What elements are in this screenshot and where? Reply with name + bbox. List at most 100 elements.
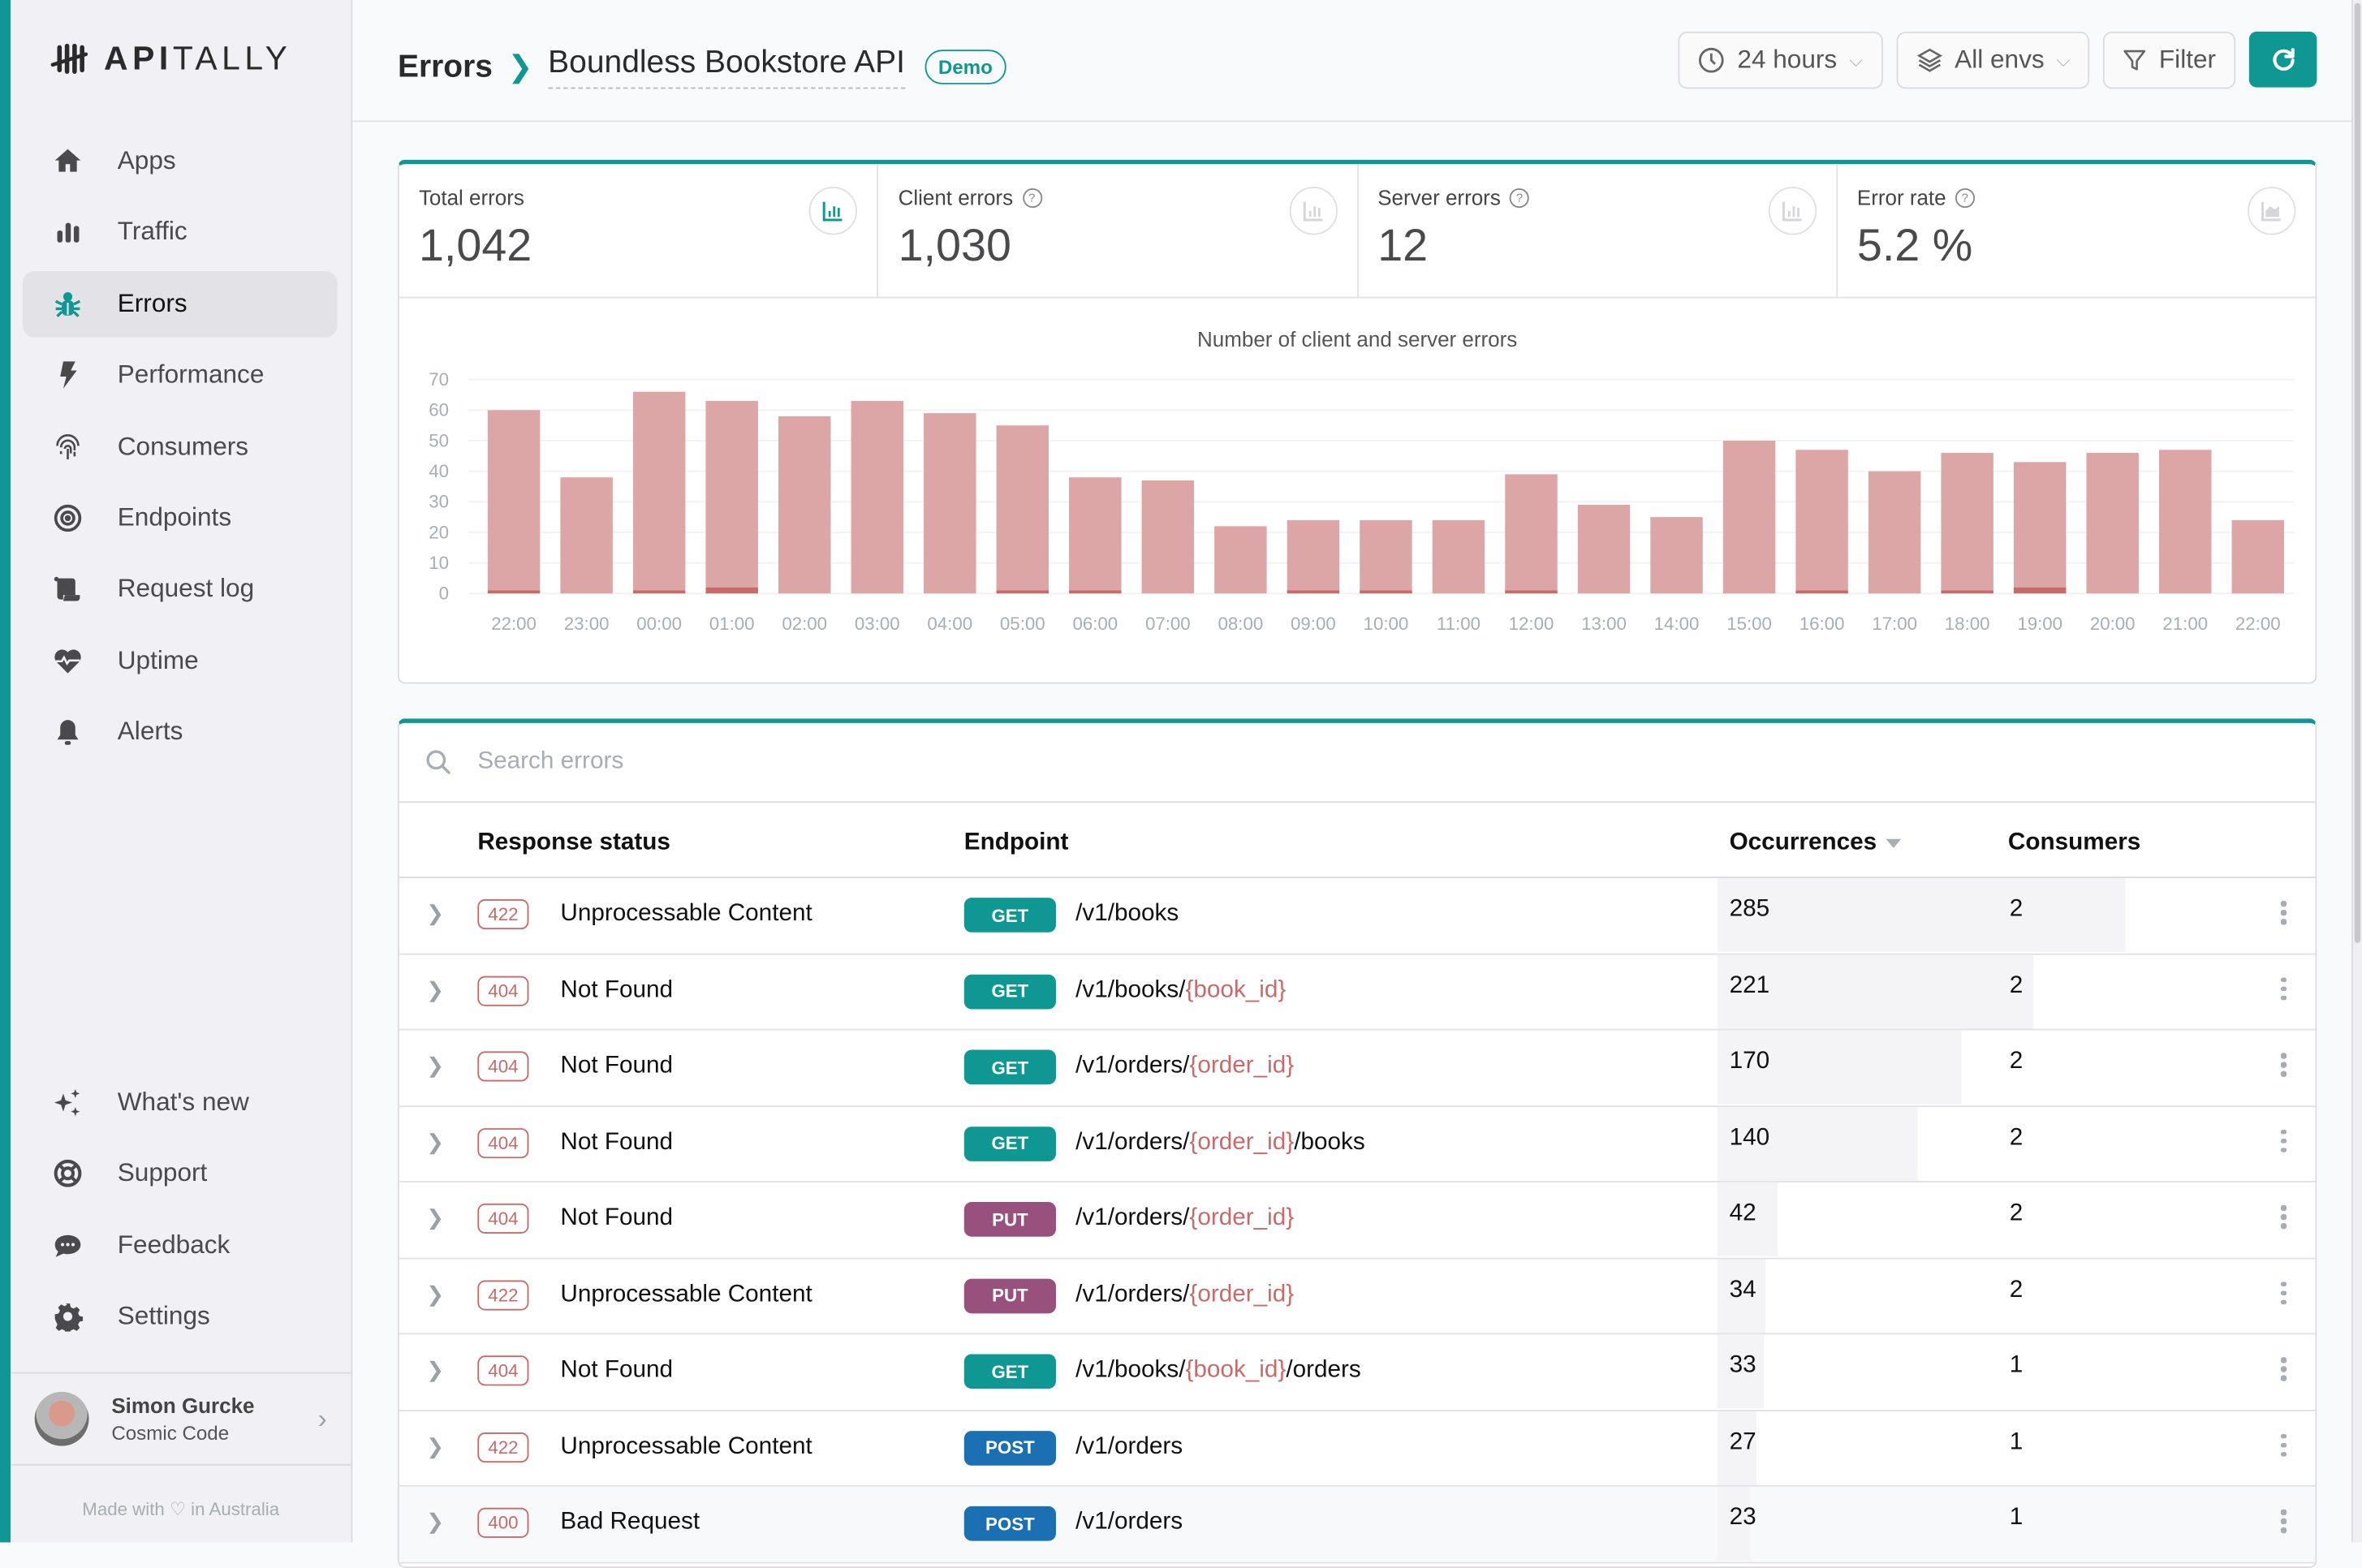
table-row[interactable]: ❯ 422 Unprocessable Content POST /v1/ord…: [399, 1411, 2316, 1487]
period-dropdown[interactable]: 24 hours ⌵: [1679, 31, 1883, 89]
stat-value: 5.2 %: [1856, 221, 1973, 272]
help-icon[interactable]: ?: [1955, 187, 1975, 208]
bar-group[interactable]: [2159, 450, 2212, 594]
status-code-badge: 404: [477, 1203, 529, 1234]
more-options-icon[interactable]: [2274, 1128, 2295, 1152]
avatar: [34, 1391, 89, 1446]
bar-group[interactable]: [2231, 519, 2285, 594]
table-row[interactable]: ❯ 400 Bad Request POST /v1/orders 23 1: [399, 1486, 2316, 1563]
bar-group[interactable]: [2086, 453, 2139, 594]
app-selector[interactable]: Boundless Bookstore API: [548, 45, 905, 89]
method-badge: GET: [963, 1354, 1056, 1389]
bar-group[interactable]: [1287, 519, 1340, 594]
sidebar-item-performance[interactable]: Performance: [23, 342, 338, 409]
more-options-icon[interactable]: [2274, 1281, 2295, 1305]
more-options-icon[interactable]: [2274, 1204, 2295, 1229]
help-icon[interactable]: ?: [1022, 187, 1042, 208]
bar-group[interactable]: [1650, 517, 1703, 594]
bar-group[interactable]: [632, 391, 686, 594]
bar-group[interactable]: [1432, 519, 1485, 594]
breadcrumb-root[interactable]: Errors: [398, 49, 493, 85]
more-options-icon[interactable]: [2274, 976, 2295, 1001]
sidebar-item-what-s-new[interactable]: What's new: [23, 1070, 338, 1136]
table-row[interactable]: ❯ 404 Not Found GET /v1/orders/{order_id…: [399, 1030, 2316, 1107]
logo[interactable]: APITALLY: [50, 39, 291, 78]
chevron-right-icon[interactable]: ❯: [426, 1357, 444, 1383]
occurrences-value: 33: [1729, 1352, 1756, 1379]
bar-group[interactable]: [1941, 453, 1993, 594]
bar-server-errors: [1795, 590, 1848, 594]
sidebar-item-support[interactable]: Support: [23, 1141, 338, 1208]
bar-server-errors: [632, 590, 686, 594]
chevron-right-icon[interactable]: ❯: [426, 1281, 444, 1307]
sidebar-item-consumers[interactable]: Consumers: [23, 414, 338, 480]
more-options-icon[interactable]: [2274, 900, 2295, 924]
table-row[interactable]: ❯ 422 Unprocessable Content GET /v1/book…: [399, 877, 2316, 954]
sidebar-item-errors[interactable]: Errors: [22, 270, 338, 338]
chevron-right-icon[interactable]: ❯: [426, 977, 444, 1003]
scrollbar-thumb[interactable]: [2354, 2, 2361, 943]
sidebar-item-request-log[interactable]: Request log: [23, 556, 338, 622]
x-tick-label: 09:00: [1291, 614, 1336, 634]
bar-group[interactable]: [1795, 450, 1848, 594]
chevron-right-icon[interactable]: ❯: [426, 1129, 444, 1155]
table-row[interactable]: ❯ 404 Not Found GET /v1/books/{book_id}/…: [399, 1334, 2316, 1411]
show-chart-button[interactable]: [1768, 187, 1817, 235]
show-chart-button[interactable]: [1288, 187, 1338, 235]
bar-group[interactable]: [996, 425, 1050, 594]
sidebar-item-endpoints[interactable]: Endpoints: [23, 485, 338, 552]
sidebar-item-uptime[interactable]: Uptime: [23, 627, 338, 694]
bar-group[interactable]: [2013, 462, 2067, 594]
page-scrollbar[interactable]: [2351, 0, 2362, 1543]
method-badge: GET: [963, 973, 1056, 1009]
bar-group[interactable]: [851, 401, 903, 594]
table-row[interactable]: ❯ 404 Not Found GET /v1/orders/{order_id…: [399, 1106, 2316, 1182]
chevron-right-icon[interactable]: ❯: [426, 1510, 444, 1536]
bar-group[interactable]: [1577, 505, 1631, 594]
sidebar-item-alerts[interactable]: Alerts: [23, 699, 338, 765]
search-input[interactable]: [474, 747, 1686, 778]
bar-group[interactable]: [1505, 474, 1558, 594]
bar-group[interactable]: [1141, 480, 1195, 594]
bar-group[interactable]: [487, 410, 541, 594]
show-chart-button[interactable]: [2248, 187, 2296, 235]
bar-group[interactable]: [778, 416, 831, 594]
bar-group[interactable]: [1069, 477, 1122, 594]
period-label: 24 hours: [1737, 45, 1838, 74]
sidebar-item-apps[interactable]: Apps: [23, 128, 338, 195]
bar-group[interactable]: [705, 401, 758, 594]
bar-group[interactable]: [1722, 440, 1776, 594]
column-response-status[interactable]: Response status: [477, 830, 670, 857]
user-menu[interactable]: Simon Gurcke Cosmic Code ›: [10, 1372, 351, 1466]
more-options-icon[interactable]: [2274, 1432, 2295, 1457]
sidebar-item-settings[interactable]: Settings: [23, 1284, 338, 1350]
filter-button[interactable]: Filter: [2103, 31, 2236, 89]
chevron-right-icon[interactable]: ❯: [426, 1053, 444, 1079]
more-options-icon[interactable]: [2274, 1357, 2295, 1381]
chevron-right-icon[interactable]: ❯: [426, 1205, 444, 1231]
chevron-right-icon[interactable]: ❯: [426, 1433, 444, 1459]
refresh-button[interactable]: [2248, 31, 2317, 88]
table-row[interactable]: ❯ 404 Not Found PUT /v1/orders/{order_id…: [399, 1182, 2316, 1259]
bar-group[interactable]: [1360, 519, 1412, 594]
column-endpoint[interactable]: Endpoint: [964, 830, 1069, 857]
table-row[interactable]: ❯ 422 Unprocessable Content PUT /v1/orde…: [399, 1258, 2316, 1335]
more-options-icon[interactable]: [2274, 1053, 2295, 1077]
bar-group[interactable]: [924, 413, 976, 594]
sidebar-item-traffic[interactable]: Traffic: [23, 200, 338, 266]
bar-group[interactable]: [1868, 471, 1921, 594]
occurrences-value: 23: [1729, 1505, 1756, 1531]
more-options-icon[interactable]: [2274, 1509, 2295, 1533]
show-chart-button[interactable]: [809, 187, 858, 235]
table-row[interactable]: ❯ 404 Not Found GET /v1/books/{book_id} …: [399, 954, 2316, 1031]
column-consumers[interactable]: Consumers: [2008, 830, 2140, 857]
bar-group[interactable]: [1214, 526, 1267, 594]
bar-client-errors: [1505, 474, 1558, 591]
env-dropdown[interactable]: All envs ⌵: [1895, 31, 2090, 89]
status-text: Not Found: [560, 1053, 674, 1079]
chevron-right-icon[interactable]: ❯: [426, 901, 444, 927]
sidebar-item-feedback[interactable]: Feedback: [23, 1213, 338, 1279]
bar-group[interactable]: [560, 477, 613, 594]
help-icon[interactable]: ?: [1509, 187, 1530, 208]
column-occurrences[interactable]: Occurrences: [1730, 830, 1901, 857]
